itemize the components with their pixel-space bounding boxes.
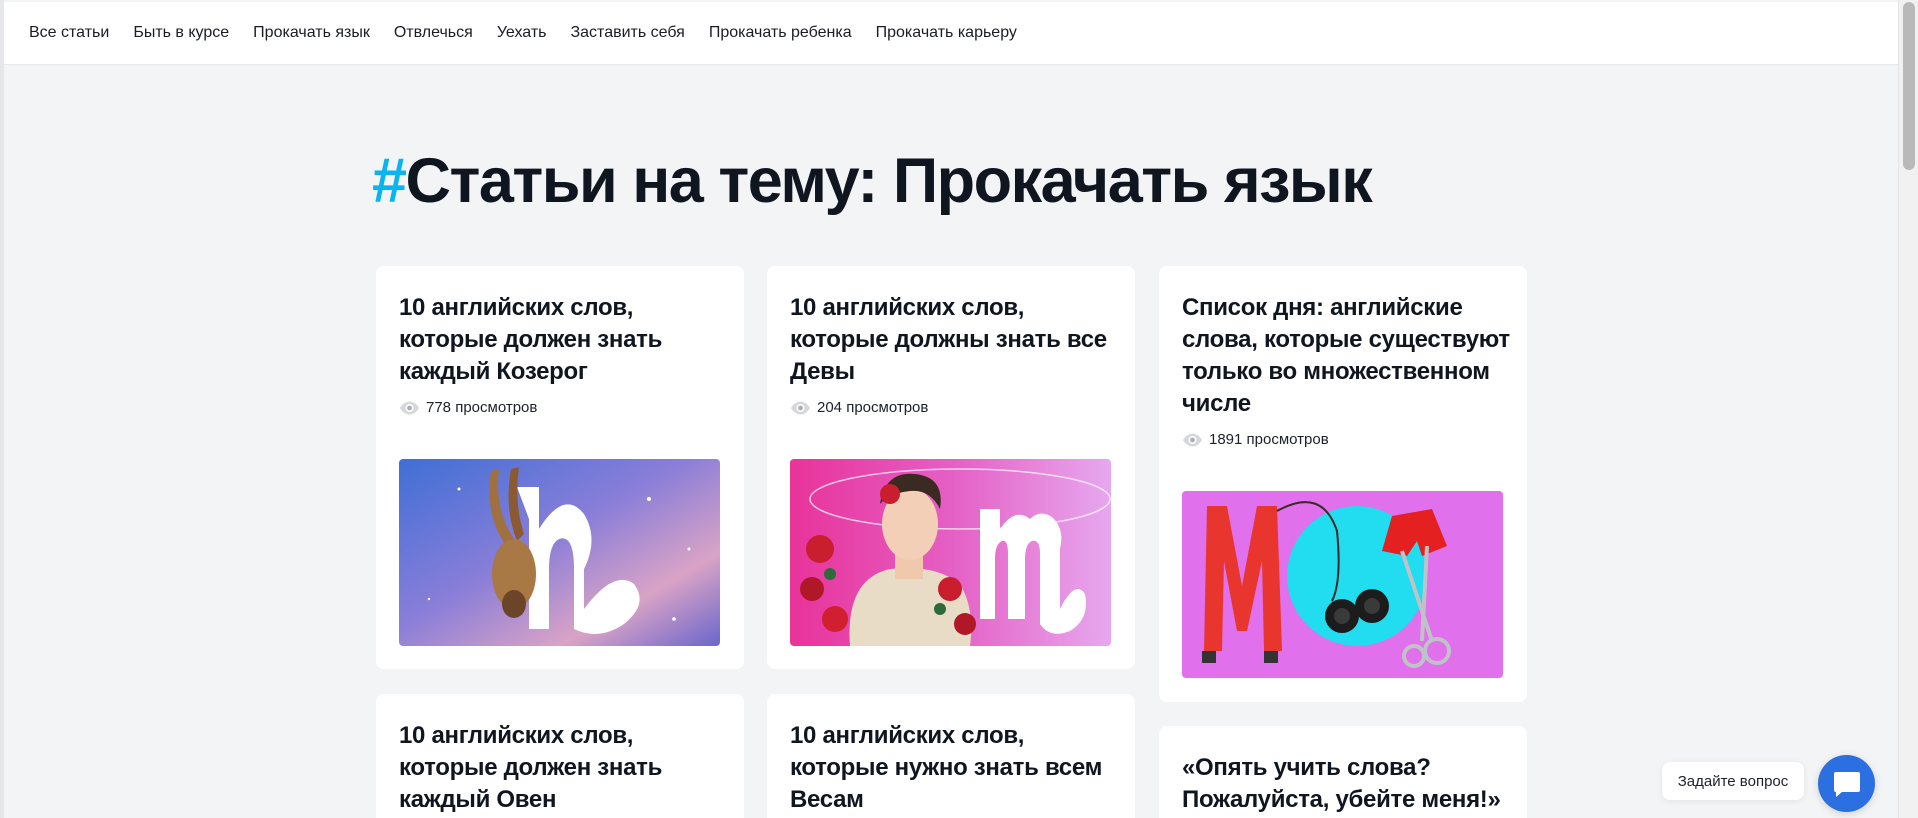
page-title: #Статьи на тему: Прокачать язык (372, 145, 1373, 217)
article-title[interactable]: «Опять учить слова? Пожалуйста, убейте м… (1182, 752, 1512, 816)
eye-icon (1183, 433, 1202, 446)
nav-item-motivate[interactable]: Заставить себя (570, 24, 684, 42)
article-card[interactable]: 10 английских слов, которые должен знать… (376, 266, 744, 669)
eye-icon (791, 401, 810, 414)
eye-icon (400, 401, 419, 414)
nav-item-leave[interactable]: Уехать (497, 24, 547, 42)
top-navigation: Все статьи Быть в курсе Прокачать язык О… (4, 2, 1898, 65)
vertical-scrollbar[interactable] (1898, 0, 1918, 818)
nav-item-child[interactable]: Прокачать ребенка (709, 24, 852, 42)
plural-objects-illustration (1182, 491, 1503, 678)
view-count: 778 просмотров (399, 399, 537, 416)
article-card[interactable]: 10 английских слов, которые должен знать… (376, 694, 744, 818)
window-edge (0, 0, 4, 818)
viewport: Все статьи Быть в курсе Прокачать язык О… (0, 0, 1918, 818)
article-title[interactable]: 10 английских слов, которые должен знать… (399, 720, 729, 816)
virgo-illustration (790, 459, 1111, 646)
nav-item-distract[interactable]: Отвлечься (394, 24, 473, 42)
capricorn-illustration (399, 459, 720, 646)
article-title[interactable]: 10 английских слов, которые нужно знать … (790, 720, 1120, 816)
view-count-text: 778 просмотров (426, 399, 538, 416)
nav-item-language[interactable]: Прокачать язык (253, 24, 370, 42)
article-title[interactable]: 10 английских слов, которые должны знать… (790, 292, 1120, 388)
article-card[interactable]: «Опять учить слова? Пожалуйста, убейте м… (1159, 726, 1527, 818)
nav-item-career[interactable]: Прокачать карьеру (876, 24, 1017, 42)
article-card[interactable]: Список дня: английские слова, которые су… (1159, 266, 1527, 702)
plural-words-image[interactable] (1182, 491, 1503, 678)
title-text: Статьи на тему: Прокачать язык (405, 146, 1373, 216)
view-count: 204 просмотров (790, 399, 928, 416)
virgo-image[interactable] (790, 459, 1111, 646)
chat-bubble-icon (1833, 771, 1860, 797)
title-hash: # (372, 146, 407, 216)
article-card[interactable]: 10 английских слов, которые должны знать… (767, 266, 1135, 669)
article-card[interactable]: 10 английских слов, которые нужно знать … (767, 694, 1135, 818)
view-count-text: 204 просмотров (817, 399, 929, 416)
ask-question-label[interactable]: Задайте вопрос (1662, 762, 1804, 800)
scrollbar-thumb[interactable] (1903, 2, 1915, 170)
nav-item-stay-informed[interactable]: Быть в курсе (133, 24, 229, 42)
article-title[interactable]: 10 английских слов, которые должен знать… (399, 292, 729, 388)
capricorn-image[interactable] (399, 459, 720, 646)
view-count: 1891 просмотров (1182, 431, 1329, 448)
view-count-text: 1891 просмотров (1209, 431, 1329, 448)
chat-button[interactable] (1818, 755, 1875, 812)
article-title[interactable]: Список дня: английские слова, которые су… (1182, 292, 1512, 420)
nav-item-all-articles[interactable]: Все статьи (29, 24, 109, 42)
